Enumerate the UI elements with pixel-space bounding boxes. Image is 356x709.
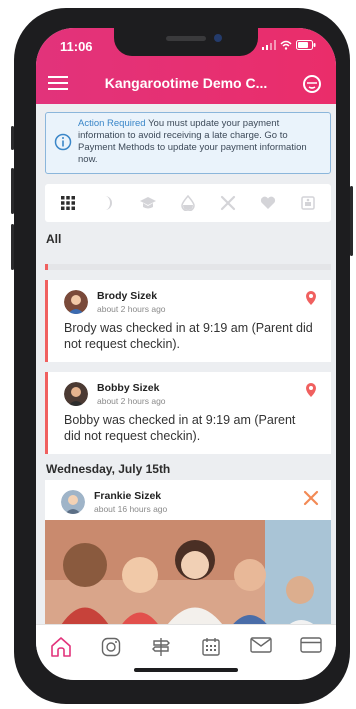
avatar xyxy=(64,382,88,406)
section-label-all: All xyxy=(46,232,62,246)
battery-icon xyxy=(296,40,316,50)
instagram-icon xyxy=(101,637,121,657)
filter-bar xyxy=(45,184,331,222)
filter-diaper[interactable] xyxy=(177,192,199,214)
heart-icon xyxy=(260,196,276,209)
nav-billing[interactable] xyxy=(298,637,324,663)
post-photo[interactable] xyxy=(45,520,331,624)
filter-photos[interactable] xyxy=(297,192,319,214)
screen: 11:06 Kangarootime Demo C... Action Requ… xyxy=(36,28,336,680)
info-icon xyxy=(54,133,72,151)
date-header: Wednesday, July 15th xyxy=(46,462,171,476)
feed-card[interactable]: Brody Sizek about 2 hours ago Brody was … xyxy=(45,280,331,362)
volume-down-button xyxy=(11,224,14,270)
post-author: Brody Sizek xyxy=(97,290,158,302)
post-time: about 16 hours ago xyxy=(94,504,168,514)
signal-icon xyxy=(262,40,276,50)
location-pin-icon xyxy=(306,383,316,397)
post-text: Brody was checked in at 9:19 am (Parent … xyxy=(64,321,313,351)
feed-card[interactable]: Bobby Sizek about 2 hours ago Bobby was … xyxy=(45,372,331,454)
kangaroo-face-icon xyxy=(303,75,321,93)
filter-all[interactable] xyxy=(57,192,79,214)
droplet-icon xyxy=(181,195,195,211)
page-title: Kangarootime Demo C... xyxy=(104,75,268,91)
graduation-cap-icon xyxy=(140,197,156,209)
location-pin-icon xyxy=(306,291,316,305)
filter-learning[interactable] xyxy=(137,192,159,214)
power-button xyxy=(350,186,353,256)
volume-up-button xyxy=(11,168,14,214)
alert-title: Action Required xyxy=(78,118,146,129)
signpost-icon xyxy=(152,638,170,656)
status-time: 11:06 xyxy=(60,39,93,54)
photo-post-card[interactable]: Frankie Sizek about 16 hours ago xyxy=(45,480,331,624)
filter-meal[interactable] xyxy=(217,192,239,214)
utensils-icon xyxy=(220,195,236,211)
calendar-icon xyxy=(202,638,220,656)
home-indicator[interactable] xyxy=(134,668,238,672)
home-icon xyxy=(51,637,71,657)
app-header: Kangarootime Demo C... xyxy=(36,64,336,104)
nav-messages[interactable] xyxy=(248,637,274,663)
grid-icon xyxy=(61,196,75,210)
filter-health[interactable] xyxy=(257,192,279,214)
mute-switch xyxy=(11,126,14,150)
avatar xyxy=(64,290,88,314)
moon-icon xyxy=(105,196,112,210)
nav-home[interactable] xyxy=(48,637,74,663)
mail-icon xyxy=(250,637,272,653)
nav-directions[interactable] xyxy=(148,637,174,663)
profile-button[interactable] xyxy=(300,72,324,96)
credit-card-icon xyxy=(300,637,322,653)
payment-alert[interactable]: Action Required You must update your pay… xyxy=(45,112,331,174)
post-author: Bobby Sizek xyxy=(97,382,160,394)
filter-nap[interactable] xyxy=(97,192,119,214)
post-text: Bobby was checked in at 9:19 am (Parent … xyxy=(64,413,296,443)
feed-content: Action Required You must update your pay… xyxy=(36,104,336,624)
post-time: about 2 hours ago xyxy=(97,304,166,314)
notch xyxy=(114,28,258,56)
alert-text: Action Required You must update your pay… xyxy=(78,118,324,166)
nav-social[interactable] xyxy=(98,637,124,663)
post-author: Frankie Sizek xyxy=(94,490,162,502)
menu-button[interactable] xyxy=(46,72,70,96)
nav-calendar[interactable] xyxy=(198,637,224,663)
feed-divider xyxy=(45,264,331,270)
post-time: about 2 hours ago xyxy=(97,396,166,406)
utensils-icon xyxy=(303,490,319,506)
system-icons xyxy=(262,40,316,50)
wifi-icon xyxy=(280,40,292,50)
photo-icon xyxy=(301,196,315,210)
avatar xyxy=(61,490,85,514)
